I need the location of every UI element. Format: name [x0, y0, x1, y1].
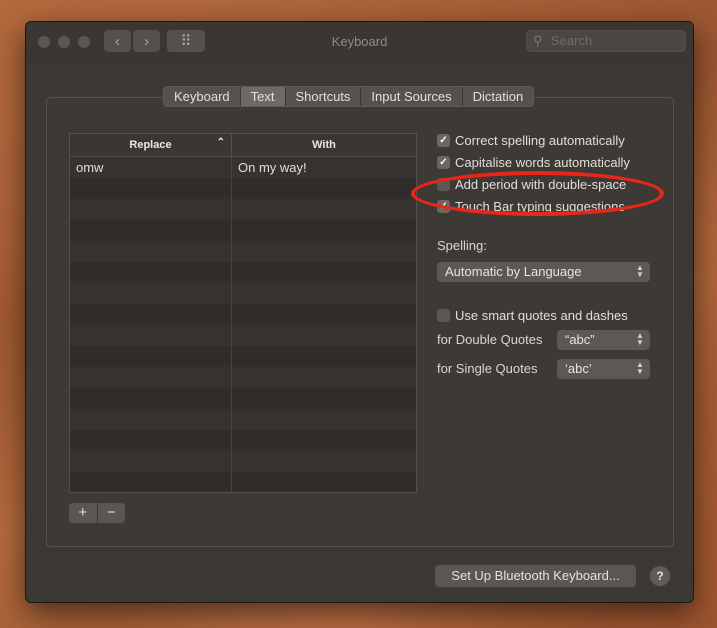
search-placeholder: Search [551, 33, 593, 48]
empty-checkbox-icon [437, 308, 450, 322]
empty-row [70, 262, 416, 283]
single-quotes-popup[interactable]: ‘abc’ ▲ ▼ [557, 359, 650, 379]
empty-row [70, 472, 416, 492]
column-header-with[interactable]: With [232, 134, 416, 156]
double-quotes-label: for Double Quotes [437, 332, 543, 347]
help-button[interactable]: ? [650, 566, 670, 586]
search-icon: ⚲ [533, 33, 543, 48]
replace-cell[interactable]: omw [70, 157, 232, 178]
spelling-popup[interactable]: Automatic by Language ▲ ▼ [437, 262, 650, 282]
capitalise-words-checkbox[interactable]: ✓ Capitalise words automatically [437, 153, 630, 171]
tab-shortcuts[interactable]: Shortcuts [286, 87, 362, 106]
empty-row [70, 367, 416, 388]
column-header-replace[interactable]: Replace ⌃ [70, 134, 232, 156]
empty-row [70, 241, 416, 262]
tab-dictation[interactable]: Dictation [463, 87, 534, 106]
up-down-arrows-icon: ▲ ▼ [636, 360, 644, 376]
checkmark-icon: ✓ [437, 199, 450, 213]
with-cell[interactable]: On my way! [232, 157, 416, 178]
remove-button[interactable]: − [98, 503, 126, 523]
checkmark-icon: ✓ [437, 133, 450, 147]
empty-row [70, 325, 416, 346]
keyboard-preferences-window: ‹ › ⠿ Keyboard ⚲ Search Keyboard Text Sh… [25, 21, 694, 603]
up-down-arrows-icon: ▲ ▼ [636, 331, 644, 347]
empty-row [70, 346, 416, 367]
empty-row [70, 283, 416, 304]
search-field[interactable]: ⚲ Search [526, 30, 686, 52]
tab-input-sources[interactable]: Input Sources [361, 87, 463, 106]
double-quotes-popup[interactable]: “abc” ▲ ▼ [557, 330, 650, 350]
table-header: Replace ⌃ With [70, 134, 416, 157]
tab-text[interactable]: Text [240, 87, 286, 106]
single-quotes-label: for Single Quotes [437, 361, 538, 376]
empty-checkbox-icon [437, 177, 450, 191]
empty-row [70, 199, 416, 220]
add-button[interactable]: + [69, 503, 98, 523]
spelling-label: Spelling: [437, 238, 487, 253]
empty-row [70, 430, 416, 451]
empty-row [70, 451, 416, 472]
tab-bar: Keyboard Text Shortcuts Input Sources Di… [163, 86, 535, 107]
add-period-checkbox[interactable]: Add period with double-space [437, 175, 626, 193]
touch-bar-suggestions-checkbox[interactable]: ✓ Touch Bar typing suggestions [437, 197, 625, 215]
setup-bluetooth-keyboard-button[interactable]: Set Up Bluetooth Keyboard... [435, 565, 636, 587]
add-remove-control: + − [69, 503, 125, 523]
tab-keyboard[interactable]: Keyboard [164, 87, 241, 106]
correct-spelling-checkbox[interactable]: ✓ Correct spelling automatically [437, 131, 625, 149]
text-replacement-table[interactable]: Replace ⌃ With omw On my way! [69, 133, 417, 493]
smart-quotes-checkbox[interactable]: Use smart quotes and dashes [437, 306, 628, 324]
title-bar: ‹ › ⠿ Keyboard ⚲ Search [26, 22, 693, 62]
up-down-arrows-icon: ▲ ▼ [636, 263, 644, 279]
empty-row [70, 388, 416, 409]
empty-row [70, 304, 416, 325]
sort-ascending-icon: ⌃ [216, 137, 225, 148]
empty-row [70, 409, 416, 430]
table-row[interactable]: omw On my way! [70, 157, 416, 178]
table-rows: omw On my way! [70, 157, 416, 492]
checkmark-icon: ✓ [437, 155, 450, 169]
empty-row [70, 178, 416, 199]
empty-row [70, 220, 416, 241]
